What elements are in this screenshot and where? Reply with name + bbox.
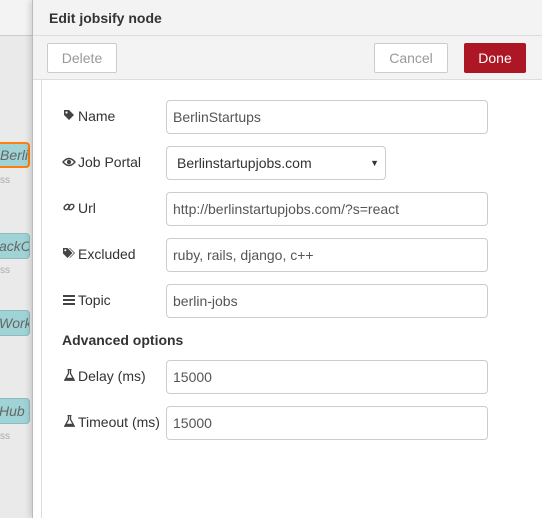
topic-label: Topic bbox=[62, 292, 111, 308]
flow-node[interactable]: BerlinSt bbox=[0, 142, 30, 168]
topic-row: Topic berlin-jobs bbox=[42, 284, 522, 318]
timeout-row: Timeout (ms) 15000 bbox=[42, 406, 522, 440]
excluded-label-text: Excluded bbox=[78, 246, 136, 262]
flask-icon bbox=[62, 414, 76, 430]
cancel-button[interactable]: Cancel bbox=[374, 43, 448, 73]
dropdown-arrow-icon: ▼ bbox=[370, 158, 379, 168]
flow-node-status: ss bbox=[0, 431, 10, 442]
done-button[interactable]: Done bbox=[464, 43, 526, 73]
flow-workspace[interactable]: BerlinSt ss ackOv ss WorkR Hub J ss bbox=[0, 0, 33, 518]
delete-button[interactable]: Delete bbox=[47, 43, 117, 73]
excluded-row: Excluded ruby, rails, django, c++ bbox=[42, 238, 522, 272]
advanced-options-heading: Advanced options bbox=[62, 332, 184, 348]
name-label-text: Name bbox=[78, 108, 116, 124]
timeout-label: Timeout (ms) bbox=[62, 414, 160, 430]
flow-node-label: ackOv bbox=[0, 238, 29, 254]
timeout-label-text: Timeout (ms) bbox=[78, 414, 160, 430]
flow-node[interactable]: Hub J bbox=[0, 398, 30, 424]
delay-row: Delay (ms) 15000 bbox=[42, 360, 522, 394]
delay-input[interactable]: 15000 bbox=[166, 360, 488, 394]
url-input[interactable]: http://berlinstartupjobs.com/?s=react bbox=[166, 192, 488, 226]
excluded-input[interactable]: ruby, rails, django, c++ bbox=[166, 238, 488, 272]
tray-toolbar: Delete Cancel Done bbox=[33, 36, 542, 80]
tray-title: Edit jobsify node bbox=[49, 10, 162, 26]
url-label: Url bbox=[62, 200, 96, 216]
workspace-tab-bar bbox=[0, 0, 33, 36]
excluded-label: Excluded bbox=[62, 246, 136, 262]
name-input[interactable]: BerlinStartups bbox=[166, 100, 488, 134]
flow-node-label: WorkR bbox=[0, 315, 29, 331]
topic-input[interactable]: berlin-jobs bbox=[166, 284, 488, 318]
tags-icon bbox=[62, 247, 76, 262]
flask-icon bbox=[62, 368, 76, 384]
job-portal-row: Job Portal Berlinstartupjobs.com ▼ bbox=[42, 146, 522, 180]
url-row: Url http://berlinstartupjobs.com/?s=reac… bbox=[42, 192, 522, 226]
node-properties-form: Name BerlinStartups Job Portal Berlinsta… bbox=[41, 80, 542, 518]
flow-node-status: ss bbox=[0, 265, 10, 276]
timeout-input[interactable]: 15000 bbox=[166, 406, 488, 440]
edit-tray: Edit jobsify node Delete Cancel Done Nam… bbox=[32, 0, 542, 518]
job-portal-label: Job Portal bbox=[62, 154, 141, 170]
job-portal-label-text: Job Portal bbox=[78, 154, 142, 170]
list-icon bbox=[62, 293, 76, 308]
link-icon bbox=[62, 201, 76, 216]
topic-label-text: Topic bbox=[78, 292, 111, 308]
eye-icon bbox=[62, 155, 76, 170]
delay-label: Delay (ms) bbox=[62, 368, 146, 384]
job-portal-selected-value: Berlinstartupjobs.com bbox=[177, 155, 312, 171]
delay-label-text: Delay (ms) bbox=[78, 368, 146, 384]
name-row: Name BerlinStartups bbox=[42, 100, 522, 134]
tray-header: Edit jobsify node bbox=[33, 0, 542, 36]
flow-node-label: Hub J bbox=[0, 403, 29, 419]
url-label-text: Url bbox=[78, 200, 96, 216]
flow-node[interactable]: WorkR bbox=[0, 310, 30, 336]
flow-node[interactable]: ackOv bbox=[0, 233, 30, 259]
job-portal-select[interactable]: Berlinstartupjobs.com ▼ bbox=[166, 146, 386, 180]
tag-icon bbox=[62, 109, 76, 124]
flow-node-label: BerlinSt bbox=[0, 147, 29, 163]
name-label: Name bbox=[62, 108, 115, 124]
flow-node-status: ss bbox=[0, 175, 10, 186]
